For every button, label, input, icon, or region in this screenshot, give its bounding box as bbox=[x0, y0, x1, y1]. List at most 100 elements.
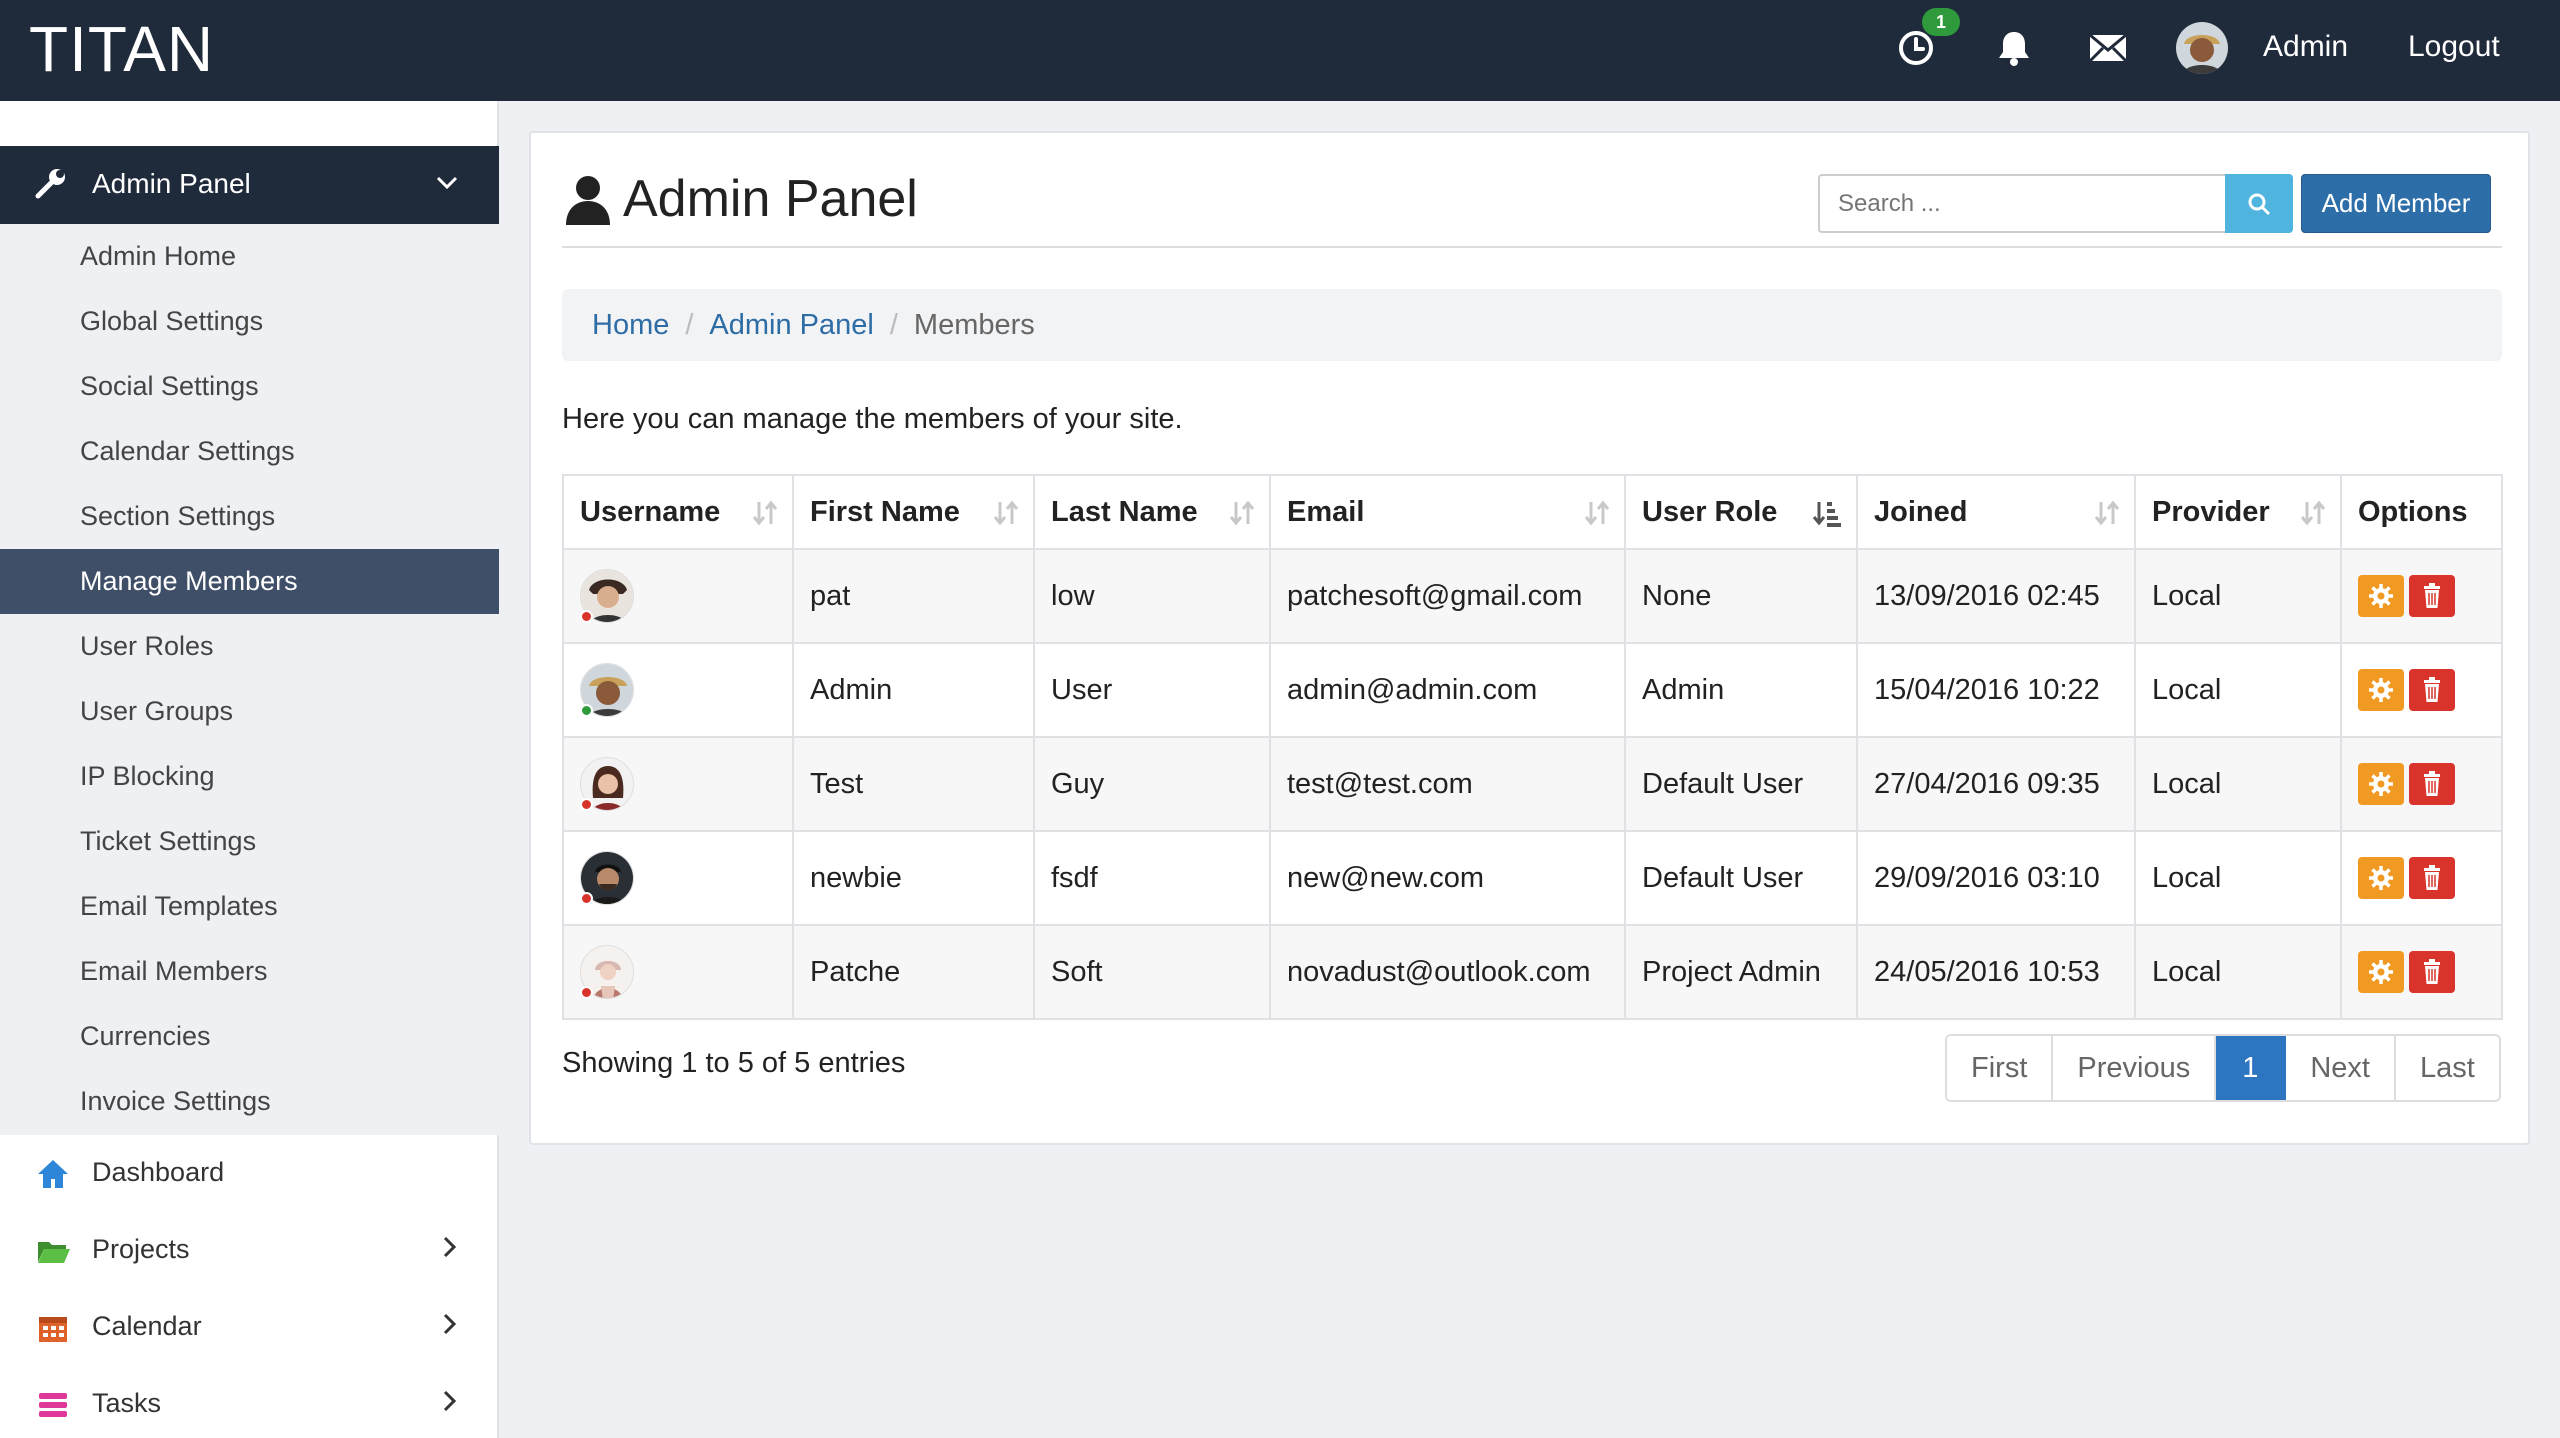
pagination-next[interactable]: Next bbox=[2286, 1036, 2396, 1100]
edit-member-button[interactable] bbox=[2358, 669, 2404, 711]
first-name-cell: Test bbox=[792, 736, 1035, 832]
role-cell: Default User bbox=[1624, 736, 1858, 832]
column-header-first-name[interactable]: First Name bbox=[792, 474, 1035, 550]
trash-icon bbox=[2424, 865, 2440, 890]
calendar-icon bbox=[36, 1311, 70, 1345]
username-cell bbox=[562, 830, 794, 926]
sidebar-item-user-roles[interactable]: User Roles bbox=[0, 614, 499, 679]
members-table: Username First Name Last Name Email User… bbox=[562, 474, 2503, 1020]
last-name-cell: low bbox=[1033, 548, 1271, 644]
breadcrumb-admin-panel-link[interactable]: Admin Panel bbox=[709, 309, 873, 341]
sidebar-item-email-templates[interactable]: Email Templates bbox=[0, 874, 499, 939]
delete-member-button[interactable] bbox=[2409, 951, 2455, 993]
sidebar-item-user-groups[interactable]: User Groups bbox=[0, 679, 499, 744]
sidebar-item-admin-home[interactable]: Admin Home bbox=[0, 224, 499, 289]
first-name-cell: Admin bbox=[792, 642, 1035, 738]
avatar[interactable] bbox=[580, 851, 634, 905]
sidebar-admin-panel-toggle[interactable]: Admin Panel bbox=[0, 146, 499, 224]
first-name-cell: pat bbox=[792, 548, 1035, 644]
sidebar-item-currencies[interactable]: Currencies bbox=[0, 1004, 499, 1069]
tasks-icon bbox=[36, 1388, 70, 1422]
avatar[interactable] bbox=[580, 663, 634, 717]
last-name-cell: User bbox=[1033, 642, 1271, 738]
column-header-last-name[interactable]: Last Name bbox=[1033, 474, 1271, 550]
pagination-previous[interactable]: Previous bbox=[2053, 1036, 2217, 1100]
search-input[interactable] bbox=[1818, 174, 2227, 233]
table-header-row: Username First Name Last Name Email User… bbox=[562, 474, 2503, 550]
table-row: Test Guy test@test.com Default User 27/0… bbox=[562, 736, 2503, 832]
search-icon bbox=[2248, 193, 2271, 215]
username-cell bbox=[562, 924, 794, 1020]
delete-member-button[interactable] bbox=[2409, 575, 2455, 617]
options-cell bbox=[2340, 642, 2503, 738]
admin-submenu: Admin Home Global Settings Social Settin… bbox=[0, 224, 499, 1135]
pagination-last[interactable]: Last bbox=[2395, 1036, 2499, 1100]
delete-member-button[interactable] bbox=[2409, 857, 2455, 899]
sidebar-item-ip-blocking[interactable]: IP Blocking bbox=[0, 744, 499, 809]
provider-cell: Local bbox=[2134, 924, 2342, 1020]
options-cell bbox=[2340, 830, 2503, 926]
edit-member-button[interactable] bbox=[2358, 857, 2404, 899]
breadcrumb-home-link[interactable]: Home bbox=[592, 309, 669, 341]
sort-icon bbox=[752, 498, 778, 536]
table-row: newbie fsdf new@new.com Default User 29/… bbox=[562, 830, 2503, 926]
column-header-email[interactable]: Email bbox=[1269, 474, 1626, 550]
delete-member-button[interactable] bbox=[2409, 763, 2455, 805]
breadcrumb-separator: / bbox=[889, 309, 898, 341]
sidebar-item-dashboard[interactable]: Dashboard bbox=[0, 1135, 499, 1212]
avatar[interactable] bbox=[580, 569, 634, 623]
provider-cell: Local bbox=[2134, 830, 2342, 926]
provider-cell: Local bbox=[2134, 642, 2342, 738]
column-header-username[interactable]: Username bbox=[562, 474, 794, 550]
add-member-button[interactable]: Add Member bbox=[2301, 174, 2491, 233]
sort-icon bbox=[1229, 498, 1255, 536]
sidebar-item-projects[interactable]: Projects bbox=[0, 1212, 499, 1289]
sidebar-item-section-settings[interactable]: Section Settings bbox=[0, 484, 499, 549]
brand-logo[interactable]: TITAN bbox=[29, 13, 214, 85]
user-avatar[interactable] bbox=[2176, 22, 2228, 74]
role-cell: Project Admin bbox=[1624, 924, 1858, 1020]
table-row: Admin User admin@admin.com Admin 15/04/2… bbox=[562, 642, 2503, 738]
pagination-first[interactable]: First bbox=[1947, 1036, 2054, 1100]
pagination-page-current[interactable]: 1 bbox=[2216, 1036, 2287, 1100]
sidebar-item-label: Tasks bbox=[92, 1388, 162, 1418]
logout-link[interactable]: Logout bbox=[2408, 30, 2500, 64]
delete-member-button[interactable] bbox=[2409, 669, 2455, 711]
last-name-cell: fsdf bbox=[1033, 830, 1271, 926]
column-header-provider[interactable]: Provider bbox=[2134, 474, 2342, 550]
last-name-cell: Soft bbox=[1033, 924, 1271, 1020]
status-offline-dot bbox=[580, 798, 593, 811]
options-cell bbox=[2340, 548, 2503, 644]
sidebar-item-manage-members[interactable]: Manage Members bbox=[0, 549, 499, 614]
mail-icon[interactable] bbox=[2082, 22, 2134, 74]
sidebar-item-email-members[interactable]: Email Members bbox=[0, 939, 499, 1004]
search-button[interactable] bbox=[2225, 174, 2293, 233]
edit-member-button[interactable] bbox=[2358, 951, 2404, 993]
chevron-right-icon bbox=[437, 1232, 463, 1269]
sidebar-item-label: Projects bbox=[92, 1234, 190, 1264]
sidebar-item-calendar-settings[interactable]: Calendar Settings bbox=[0, 419, 499, 484]
user-name-link[interactable]: Admin bbox=[2263, 30, 2348, 64]
avatar[interactable] bbox=[580, 757, 634, 811]
edit-member-button[interactable] bbox=[2358, 763, 2404, 805]
options-cell bbox=[2340, 924, 2503, 1020]
edit-member-button[interactable] bbox=[2358, 575, 2404, 617]
gear-icon bbox=[2369, 960, 2393, 984]
sidebar-item-invoice-settings[interactable]: Invoice Settings bbox=[0, 1069, 499, 1134]
sidebar-item-social-settings[interactable]: Social Settings bbox=[0, 354, 499, 419]
sidebar-item-ticket-settings[interactable]: Ticket Settings bbox=[0, 809, 499, 874]
column-header-joined[interactable]: Joined bbox=[1856, 474, 2136, 550]
pagination: First Previous 1 Next Last bbox=[1945, 1034, 2501, 1102]
sort-desc-icon bbox=[1812, 498, 1842, 536]
email-cell: admin@admin.com bbox=[1269, 642, 1626, 738]
sidebar-item-label: Calendar bbox=[92, 1311, 202, 1341]
sidebar-item-calendar[interactable]: Calendar bbox=[0, 1289, 499, 1366]
joined-cell: 15/04/2016 10:22 bbox=[1856, 642, 2136, 738]
divider bbox=[562, 246, 2502, 248]
sidebar-item-global-settings[interactable]: Global Settings bbox=[0, 289, 499, 354]
trash-icon bbox=[2424, 771, 2440, 796]
column-header-user-role[interactable]: User Role bbox=[1624, 474, 1858, 550]
sidebar-item-tasks[interactable]: Tasks bbox=[0, 1366, 499, 1438]
avatar[interactable] bbox=[580, 945, 634, 999]
bell-icon[interactable] bbox=[1988, 22, 2040, 74]
